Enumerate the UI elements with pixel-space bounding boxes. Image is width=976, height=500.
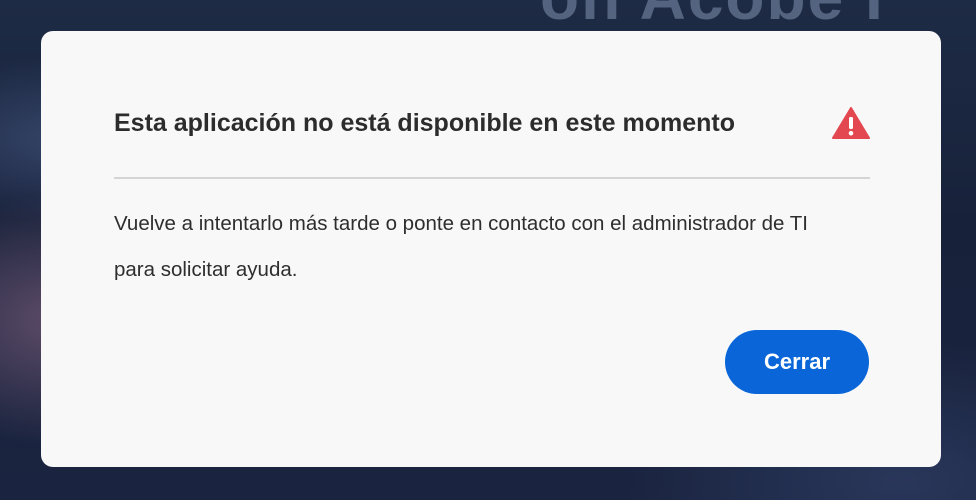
dialog-header: Esta aplicación no está disponible en es…: [114, 103, 870, 143]
header-divider: [114, 177, 870, 179]
error-dialog: Esta aplicación no está disponible en es…: [41, 31, 941, 467]
dialog-title: Esta aplicación no está disponible en es…: [114, 109, 735, 137]
backdrop-heading: on Acobe I: [540, 0, 885, 34]
dialog-message: Vuelve a intentarlo más tarde o ponte en…: [114, 212, 808, 281]
close-button[interactable]: Cerrar: [725, 330, 869, 394]
alert-triangle-icon: [832, 106, 870, 140]
